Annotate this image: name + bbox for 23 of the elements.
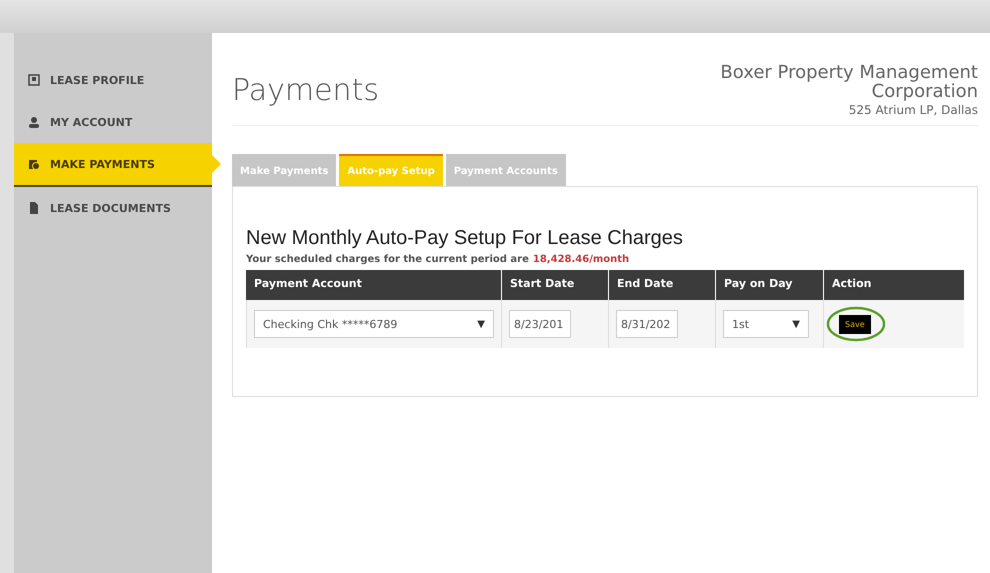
profile-icon [28, 74, 40, 86]
end-date-field[interactable]: 8/31/202 [616, 310, 678, 338]
sidebar-item[interactable]: LEASE PROFILE [14, 59, 212, 101]
sidebar-item[interactable]: LEASE DOCUMENTS [14, 187, 212, 229]
sidebar-item[interactable]: MY ACCOUNT [14, 101, 212, 143]
save-button[interactable]: Save [839, 314, 871, 334]
account-dropdown[interactable]: Checking Chk *****6789 ▼ [254, 310, 494, 338]
company-name: Boxer Property Management Corporation [719, 63, 978, 101]
pay-day-dropdown[interactable]: 1st ▼ [723, 310, 809, 338]
start-date-field[interactable]: 8/23/201 [509, 310, 571, 338]
column-header: Payment Account [246, 270, 501, 300]
charges-amount: 18,428.46/month [532, 254, 630, 265]
money-icon [28, 158, 40, 170]
page-title: Payments [232, 73, 379, 110]
company-address: 525 Atrium LP, Dallas [848, 103, 978, 117]
column-header: Pay on Day [715, 270, 823, 300]
document-icon [28, 202, 40, 214]
column-header: Start Date [501, 270, 608, 300]
charges-text: Your scheduled charges for the current period are [246, 254, 529, 265]
user-icon [28, 116, 40, 128]
column-header: Action [823, 270, 964, 300]
column-header: End Date [608, 270, 715, 300]
section-title: New Monthly Auto-Pay Setup For Lease Charges [246, 227, 684, 250]
